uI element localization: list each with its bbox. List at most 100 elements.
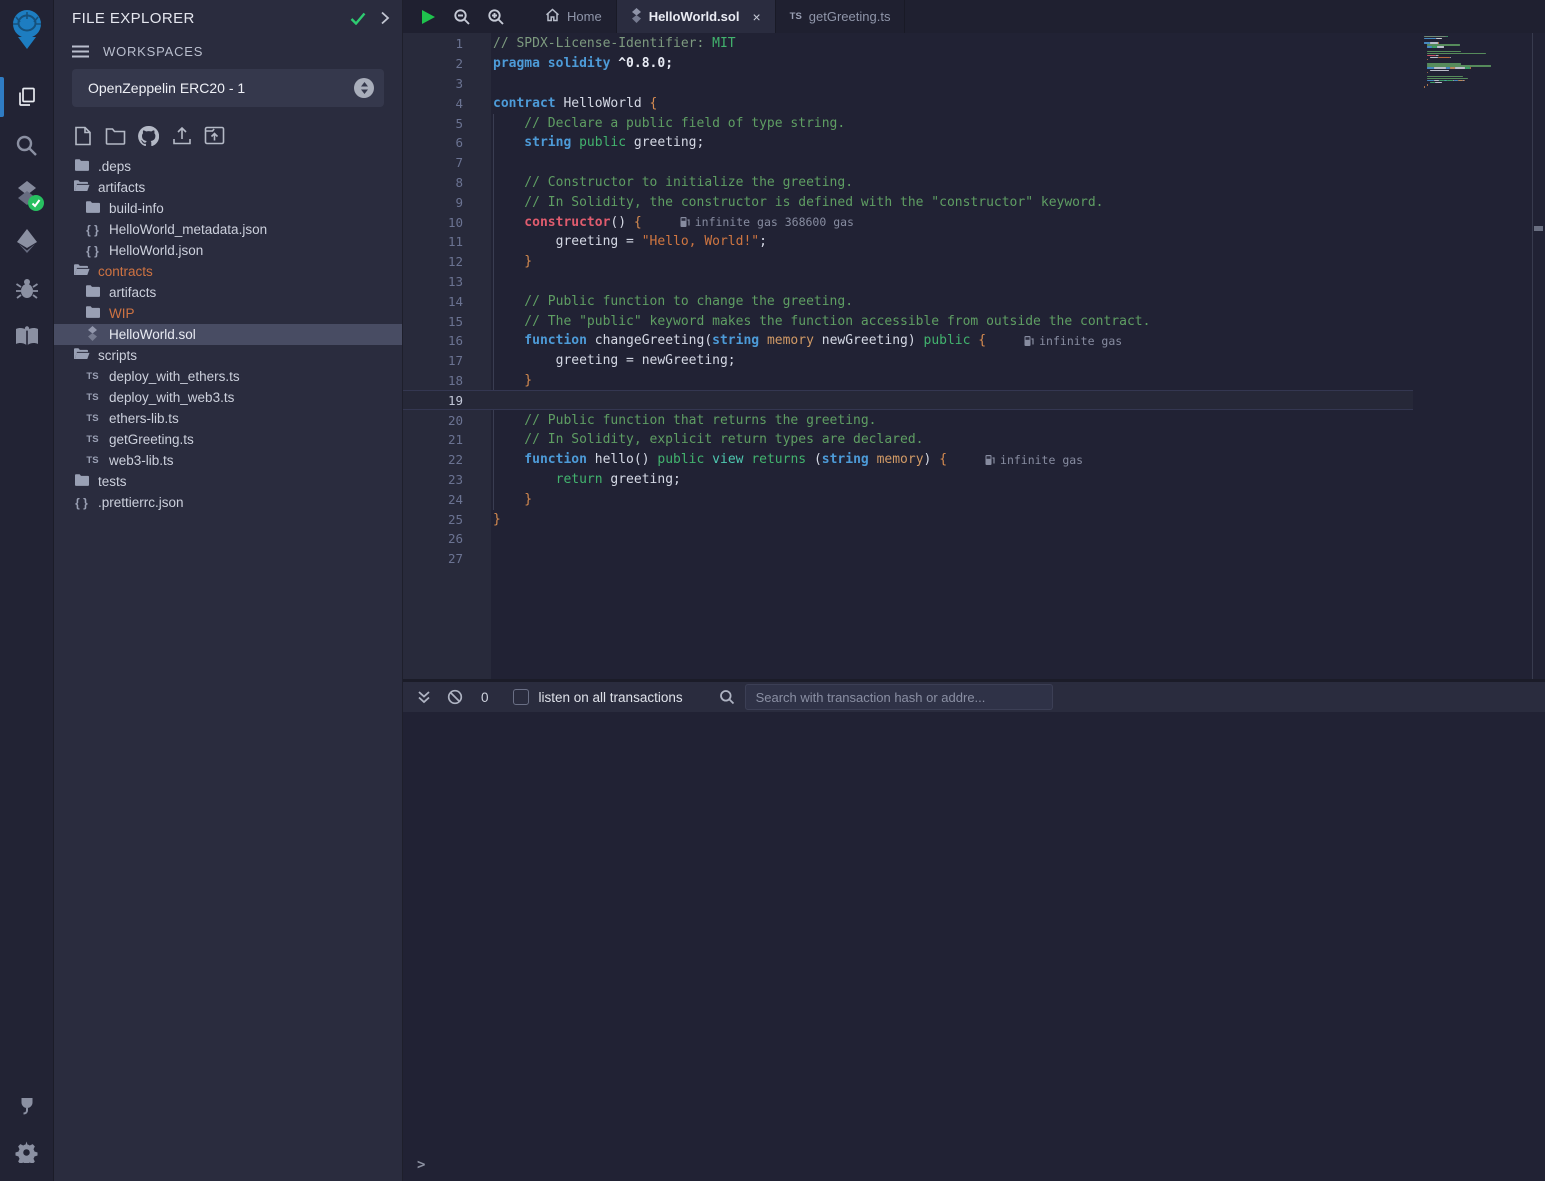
file-explorer-icon[interactable] (0, 73, 54, 121)
code-line-11[interactable]: 11 greeting = "Hello, World!"; (403, 232, 1413, 252)
tree-item-deploy-with-web3-ts[interactable]: TSdeploy_with_web3.ts (54, 387, 402, 408)
code-line-7[interactable]: 7 (403, 153, 1413, 173)
code-line-8[interactable]: 8 // Constructor to initialize the greet… (403, 173, 1413, 193)
tab-home[interactable]: Home (531, 0, 617, 33)
github-icon[interactable] (138, 125, 159, 146)
code-line-17[interactable]: 17 greeting = newGreeting; (403, 351, 1413, 371)
debugger-icon[interactable] (0, 265, 54, 313)
code-text: } (493, 492, 532, 507)
code-line-5[interactable]: 5 // Declare a public field of type stri… (403, 113, 1413, 133)
search-icon[interactable] (0, 121, 54, 169)
scrollbar-thumb[interactable] (1534, 226, 1543, 231)
line-number: 18 (403, 373, 463, 388)
workspace-select[interactable]: OpenZeppelin ERC20 - 1 (72, 69, 384, 107)
new-folder-icon[interactable] (105, 125, 126, 146)
solidity-compiler-icon[interactable] (0, 169, 54, 217)
code-line-26[interactable]: 26 (403, 529, 1413, 549)
transaction-search-input[interactable] (745, 684, 1053, 710)
plugin-manager-icon[interactable] (0, 1079, 54, 1127)
code-line-1[interactable]: 1// SPDX-License-Identifier: MIT (403, 34, 1413, 54)
tree-item-artifacts[interactable]: artifacts (54, 177, 402, 198)
code-line-12[interactable]: 12 } (403, 252, 1413, 272)
tree-item--prettierrc-json[interactable]: { }.prettierrc.json (54, 492, 402, 513)
code-line-9[interactable]: 9 // In Solidity, the constructor is def… (403, 192, 1413, 212)
tree-item-wip[interactable]: WIP (54, 303, 402, 324)
terminal-output[interactable]: > (403, 712, 1545, 1181)
tree-item-label: contracts (98, 264, 153, 279)
code-line-21[interactable]: 21 // In Solidity, explicit return types… (403, 430, 1413, 450)
upload-file-icon[interactable] (171, 125, 192, 146)
zoom-in-icon[interactable] (479, 0, 513, 33)
code-line-4[interactable]: 4contract HelloWorld { (403, 93, 1413, 113)
editor-column: HomeHelloWorld.sol×TSgetGreeting.ts 1// … (403, 0, 1545, 1181)
chevron-right-icon[interactable] (380, 11, 390, 25)
tree-item-helloworld-json[interactable]: { }HelloWorld.json (54, 240, 402, 261)
book-icon[interactable] (0, 313, 54, 361)
tree-item-scripts[interactable]: scripts (54, 345, 402, 366)
close-icon[interactable]: × (752, 9, 760, 25)
editor-tabs: HomeHelloWorld.sol×TSgetGreeting.ts (531, 0, 905, 33)
code-line-15[interactable]: 15 // The "public" keyword makes the fun… (403, 311, 1413, 331)
upload-folder-icon[interactable] (204, 125, 225, 146)
code-line-23[interactable]: 23 return greeting; (403, 470, 1413, 490)
code-line-19[interactable]: 19 (403, 390, 1413, 410)
panel-title: FILE EXPLORER (72, 10, 350, 27)
code-line-10[interactable]: 10 constructor() {infinite gas 368600 ga… (403, 212, 1413, 232)
gas-pump-icon (985, 454, 995, 466)
code-line-22[interactable]: 22 function hello() public view returns … (403, 450, 1413, 470)
tab-getgreeting-ts[interactable]: TSgetGreeting.ts (776, 0, 906, 33)
tree-item-deploy-with-ethers-ts[interactable]: TSdeploy_with_ethers.ts (54, 366, 402, 387)
tree-item-helloworld-sol[interactable]: HelloWorld.sol (54, 324, 402, 345)
tree-item-getgreeting-ts[interactable]: TSgetGreeting.ts (54, 429, 402, 450)
ts-icon: TS (84, 455, 101, 466)
tree-item-artifacts[interactable]: artifacts (54, 282, 402, 303)
code-text: // Constructor to initialize the greetin… (493, 175, 853, 190)
listen-transactions-checkbox[interactable] (513, 689, 529, 705)
solidity-icon (631, 8, 642, 26)
new-file-icon[interactable] (72, 125, 93, 146)
code-line-24[interactable]: 24 } (403, 489, 1413, 509)
code-line-18[interactable]: 18 } (403, 371, 1413, 391)
tree-item-contracts[interactable]: contracts (54, 261, 402, 282)
code-editor[interactable]: 1// SPDX-License-Identifier: MIT2pragma … (403, 33, 1545, 679)
line-number: 1 (403, 36, 463, 51)
search-icon (719, 689, 735, 705)
gas-estimate: infinite gas 368600 gas (680, 215, 854, 229)
code-text: function changeGreeting(string memory ne… (493, 333, 986, 348)
line-number: 17 (403, 353, 463, 368)
tree-item-label: HelloWorld.sol (109, 327, 196, 342)
tree-item-ethers-lib-ts[interactable]: TSethers-lib.ts (54, 408, 402, 429)
code-line-25[interactable]: 25} (403, 509, 1413, 529)
folder-icon (84, 284, 101, 301)
tree-item-web3-lib-ts[interactable]: TSweb3-lib.ts (54, 450, 402, 471)
tree-item--deps[interactable]: .deps (54, 156, 402, 177)
zoom-out-icon[interactable] (445, 0, 479, 33)
tree-item-label: .deps (98, 159, 131, 174)
deploy-run-icon[interactable] (0, 217, 54, 265)
settings-icon[interactable] (0, 1127, 54, 1175)
tree-item-label: deploy_with_ethers.ts (109, 369, 240, 384)
angle-double-down-icon[interactable] (415, 690, 433, 704)
run-icon[interactable] (411, 0, 445, 33)
code-line-2[interactable]: 2pragma solidity ^0.8.0; (403, 54, 1413, 74)
panel-header: FILE EXPLORER (54, 0, 402, 36)
tab-helloworld-sol[interactable]: HelloWorld.sol× (617, 0, 776, 33)
check-icon[interactable] (350, 12, 366, 25)
tree-item-helloworld-metadata-json[interactable]: { }HelloWorld_metadata.json (54, 219, 402, 240)
code-line-14[interactable]: 14 // Public function to change the gree… (403, 291, 1413, 311)
remix-logo[interactable] (7, 8, 47, 55)
code-line-16[interactable]: 16 function changeGreeting(string memory… (403, 331, 1413, 351)
code-line-20[interactable]: 20 // Public function that returns the g… (403, 410, 1413, 430)
tree-item-tests[interactable]: tests (54, 471, 402, 492)
code-line-3[interactable]: 3 (403, 74, 1413, 94)
line-number: 11 (403, 234, 463, 249)
code-line-27[interactable]: 27 (403, 549, 1413, 569)
ban-icon[interactable] (446, 689, 464, 705)
tree-item-build-info[interactable]: build-info (54, 198, 402, 219)
line-number: 9 (403, 195, 463, 210)
code-lines: 1// SPDX-License-Identifier: MIT2pragma … (403, 34, 1545, 569)
code-line-6[interactable]: 6 string public greeting; (403, 133, 1413, 153)
hamburger-icon[interactable] (72, 45, 89, 58)
minimap[interactable] (1422, 34, 1500, 92)
code-line-13[interactable]: 13 (403, 272, 1413, 292)
